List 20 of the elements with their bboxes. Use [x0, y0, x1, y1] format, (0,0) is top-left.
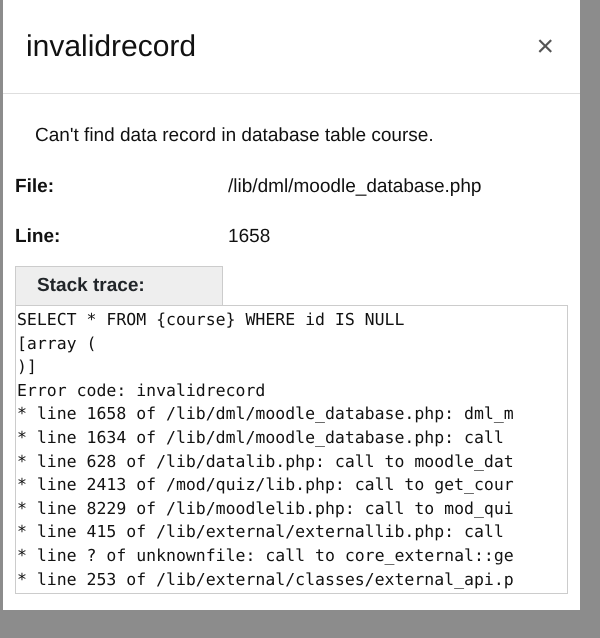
- stack-trace-line: * line 8229 of /lib/moodlelib.php: call to mod_qui: [17, 498, 514, 520]
- stack-trace-line: * line 253 of /lib/external/classes/external_api.p: [17, 568, 514, 591]
- stack-trace-line: * line 2413 of /mod/quiz/lib.php: call to get_cour: [17, 474, 514, 496]
- stack-trace-tab[interactable]: Stack trace:: [15, 266, 223, 305]
- stack-trace-line: * line 1634 of /lib/dml/moodle_database.php: call: [17, 426, 504, 449]
- detail-label: Line:: [15, 225, 62, 249]
- close-button[interactable]: ×: [532, 32, 558, 62]
- stack-trace-line: Error code: invalidrecord: [17, 380, 266, 402]
- stack-trace-line: )]: [17, 356, 37, 378]
- stack-trace-line: [array (: [17, 332, 96, 355]
- error-message: Can't find data record in database table course.: [35, 124, 435, 148]
- detail-value: 1658: [228, 225, 270, 249]
- stack-trace-line: SELECT * FROM {course} WHERE id IS NULL: [17, 309, 404, 331]
- detail-label: File:: [15, 174, 56, 198]
- detail-value: /lib/dml/moodle_database.php: [228, 174, 482, 198]
- stack-trace-line: * line 628 of /lib/datalib.php: call to moodle_dat: [17, 450, 514, 473]
- stack-trace-line: * line 415 of /lib/external/externallib.php: call: [17, 521, 504, 544]
- stack-trace-line: * line 1658 of /lib/dml/moodle_database.php: dml_m: [17, 403, 514, 426]
- stack-trace-line: * line ? of unknownfile: call to core_external::ge: [17, 544, 514, 567]
- dialog-title: invalidrecord: [26, 28, 196, 64]
